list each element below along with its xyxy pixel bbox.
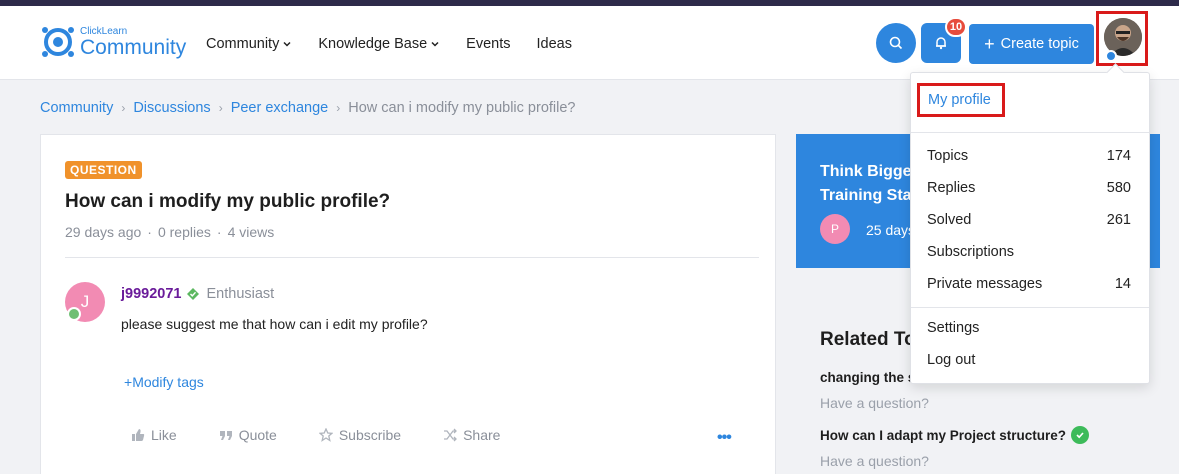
nav-knowledge-base[interactable]: Knowledge Base [318, 36, 440, 52]
my-profile-link[interactable]: My profile [917, 83, 1005, 117]
topic-meta: 29 days ago · 0 replies · 4 views [65, 224, 275, 240]
topic-age: 29 days ago [65, 224, 142, 240]
quote-button[interactable]: Quote [219, 427, 277, 443]
menu-item-private-messages[interactable]: Private messages 14 [927, 276, 1131, 292]
thumbs-up-icon [132, 429, 145, 441]
related-topic-item[interactable]: changing the s [820, 370, 915, 385]
bell-icon [936, 37, 946, 50]
menu-item-count: 580 [1106, 180, 1131, 196]
solved-check-icon [1071, 426, 1090, 444]
share-shuffle-icon [444, 428, 458, 442]
menu-item-label: Topics [927, 148, 969, 164]
menu-item-count: 14 [1114, 276, 1131, 292]
chevron-right-icon: › [336, 101, 341, 115]
menu-divider [911, 307, 1149, 308]
author-rank-icon [67, 307, 81, 321]
chevron-right-icon: › [218, 101, 223, 115]
menu-item-logout[interactable]: Log out [927, 352, 1131, 368]
menu-item-label: Private messages [927, 276, 1043, 292]
related-topic-item[interactable]: How can I adapt my Project structure? [820, 426, 1090, 444]
breadcrumb-peer-exchange[interactable]: Peer exchange [231, 100, 329, 116]
create-topic-button[interactable]: + Create topic [969, 24, 1094, 64]
avatar-status-icon [1105, 50, 1117, 62]
topic-replies: 0 replies [157, 224, 211, 240]
menu-item-topics[interactable]: Topics 174 [927, 148, 1131, 164]
user-avatar-button[interactable] [1096, 11, 1148, 66]
related-topic-subtitle: Have a question? [820, 395, 929, 411]
create-topic-label: Create topic [1000, 36, 1079, 52]
nav-events[interactable]: Events [466, 36, 510, 52]
author-name[interactable]: j9992071 [121, 286, 181, 302]
chevron-down-icon [283, 41, 291, 47]
share-button[interactable]: Share [443, 427, 500, 443]
post-actions: Like Quote Subscribe Share [131, 427, 542, 443]
promo-title: Think Bigger Training Star [820, 160, 920, 208]
promo-title-line1: Think Bigger [820, 163, 918, 180]
chevron-down-icon [431, 41, 439, 47]
divider [65, 257, 759, 258]
menu-item-label: Log out [927, 352, 976, 368]
post-author: j9992071 Enthusiast [121, 286, 274, 302]
topic-card: QUESTION How can i modify my public prof… [40, 134, 776, 474]
star-icon [318, 428, 333, 442]
more-options-icon[interactable]: ••• [717, 429, 732, 447]
menu-item-settings[interactable]: Settings [927, 320, 1131, 336]
chevron-right-icon: › [121, 101, 126, 115]
like-button[interactable]: Like [131, 427, 177, 443]
breadcrumb-current: How can i modify my public profile? [348, 100, 576, 116]
promo-title-line2: Training Star [820, 187, 918, 204]
search-button[interactable] [876, 23, 916, 63]
topic-title: How can i modify my public profile? [65, 191, 391, 212]
logo-icon [42, 27, 74, 57]
quote-label: Quote [238, 427, 277, 443]
subscribe-label: Subscribe [338, 427, 402, 443]
verified-diamond-icon [187, 288, 200, 300]
promo-avatar: P [820, 214, 850, 244]
menu-item-replies[interactable]: Replies 580 [927, 180, 1131, 196]
user-menu-dropdown: My profile Topics 174 Replies 580 Solved… [910, 72, 1150, 384]
subscribe-button[interactable]: Subscribe [318, 427, 402, 443]
search-icon [889, 36, 903, 50]
share-label: Share [463, 427, 501, 443]
modify-tags-link[interactable]: +Modify tags [124, 374, 204, 390]
like-label: Like [151, 427, 177, 443]
quote-icon [219, 431, 232, 440]
notification-count-badge: 10 [945, 17, 967, 37]
menu-divider [911, 132, 1149, 133]
nav-community[interactable]: Community [206, 36, 292, 52]
breadcrumb-discussions[interactable]: Discussions [133, 100, 210, 116]
question-badge: QUESTION [65, 161, 142, 179]
main-nav: Community Knowledge Base Events Ideas [206, 36, 598, 52]
related-topics-title: Related To [820, 329, 916, 350]
menu-item-subscriptions[interactable]: Subscriptions [927, 244, 1131, 260]
related-topic-subtitle: Have a question? [820, 453, 929, 469]
plus-icon: + [984, 34, 995, 54]
related-topic-title: How can I adapt my Project structure? [820, 427, 1067, 443]
menu-item-label: Replies [927, 180, 976, 196]
menu-item-solved[interactable]: Solved 261 [927, 212, 1131, 228]
menu-item-label: Subscriptions [927, 244, 1015, 260]
nav-ideas-label: Ideas [536, 36, 572, 52]
post-body: please suggest me that how can i edit my… [121, 316, 428, 332]
menu-item-count: 261 [1106, 212, 1131, 228]
breadcrumb-community[interactable]: Community [40, 100, 113, 116]
menu-item-count: 174 [1106, 148, 1131, 164]
logo[interactable]: ClickLearn Community [40, 24, 186, 60]
author-role: Enthusiast [206, 286, 275, 302]
modify-tags-label: Modify tags [132, 374, 204, 390]
promo-meta: 25 days [866, 222, 916, 238]
logo-brand: ClickLearn [80, 25, 128, 37]
nav-knowledge-base-label: Knowledge Base [318, 36, 428, 52]
breadcrumb: Community › Discussions › Peer exchange … [40, 100, 576, 116]
menu-item-label: Settings [927, 320, 980, 336]
nav-community-label: Community [206, 36, 280, 52]
related-topic-title: changing the s [820, 370, 916, 385]
logo-community: Community [80, 35, 187, 59]
nav-events-label: Events [466, 36, 511, 52]
topic-views: 4 views [227, 224, 275, 240]
nav-ideas[interactable]: Ideas [537, 36, 572, 52]
menu-item-label: Solved [927, 212, 972, 228]
